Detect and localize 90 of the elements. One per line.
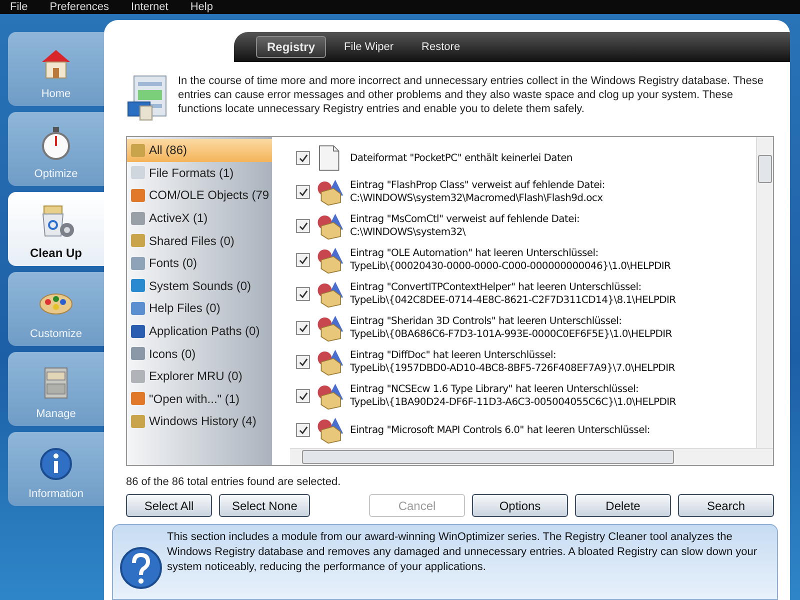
category-item[interactable]: "Open with..." (1) (127, 388, 272, 410)
category-label: Application Paths (0) (149, 324, 260, 338)
shapes-box-icon (316, 246, 344, 274)
action-button[interactable]: Delete (575, 494, 671, 517)
menu-item[interactable]: File (10, 0, 28, 14)
sidebar-label: Customize (30, 328, 82, 340)
category-item[interactable]: ActiveX (1) (127, 206, 272, 230)
checkbox[interactable] (296, 423, 310, 437)
category-label: Explorer MRU (0) (149, 369, 242, 384)
category-label: ActiveX (1) (149, 211, 208, 226)
category-label: Shared Files (0) (149, 234, 234, 248)
action-button[interactable]: Select All (126, 494, 212, 517)
category-item[interactable]: Shared Files (0) (127, 229, 272, 252)
category-icon (131, 347, 145, 360)
checkbox[interactable] (296, 321, 310, 335)
sidebar-item[interactable]: Clean Up (8, 192, 104, 266)
category-item[interactable]: File Formats (1) (127, 162, 272, 184)
category-item[interactable]: Icons (0) (127, 342, 272, 365)
horizontal-scrollbar[interactable] (290, 448, 773, 465)
entry-text: Eintrag "ConvertITPContextHelper" hat leeren Unterschlüssel: TypeLib\{042C8DEE-0714-4E8C-8621-C2F7D311CD14}\8.1\HELPDIR (350, 281, 676, 307)
menu-item[interactable]: Help (190, 0, 213, 14)
info-text: This section includes a module from our award-winning WinOptimizer series. The Registry Cleaner tool analyzes the Windows Registry database and removes any damaged and unnecessary entries. A bloated Registry can slow down your system noticeably, reducing the performance of your applications. (167, 530, 758, 575)
checkbox[interactable] (296, 389, 310, 403)
category-label: File Formats (1) (149, 166, 234, 180)
checkbox[interactable] (296, 151, 310, 165)
category-icon (131, 188, 145, 202)
category-icon (131, 370, 145, 383)
category-icon (131, 279, 145, 292)
category-label: System Sounds (0) (149, 278, 252, 293)
shapes-box-icon (316, 416, 344, 444)
action-button[interactable]: Options (472, 494, 568, 517)
shapes-box-icon (316, 348, 344, 376)
category-icon (131, 144, 145, 157)
category-label: All (86) (149, 143, 188, 158)
sidebar-label: Optimize (34, 168, 78, 180)
checkbox[interactable] (296, 219, 310, 233)
sidebar-label: Home (41, 88, 71, 100)
category-item[interactable]: Fonts (0) (127, 252, 272, 275)
category-item[interactable]: COM/OLE Objects (79 (127, 184, 272, 207)
entry-text: Eintrag "Microsoft MAPI Controls 6.0" hat leeren Unterschlüssel: (350, 424, 650, 436)
entry-text: Dateiformat "PocketPC" enthält keinerlei Daten (350, 152, 572, 164)
category-icon (131, 324, 145, 338)
help-icon (119, 546, 163, 590)
entry-text: Eintrag "OLE Automation" hat leeren Unterschlüssel: TypeLib\{00020430-0000-0000-C000-000000000046}\1.0\HELPDIR (350, 247, 671, 273)
entry-text: Eintrag "NCSEcw 1.6 Type Library" hat leeren Unterschlüssel: TypeLib\{1BA90D24-DF6F-11D3-A6C3-005004055C6C}\1.0\HELPDIR (350, 383, 676, 409)
vertical-scrollbar[interactable] (756, 137, 773, 448)
menu-item[interactable]: Internet (131, 0, 168, 14)
category-item[interactable]: Application Paths (0) (127, 320, 272, 342)
category-icon (131, 256, 145, 270)
category-item[interactable]: Help Files (0) (127, 297, 272, 320)
category-item[interactable]: Explorer MRU (0) (127, 364, 272, 388)
category-icon (131, 166, 145, 180)
sidebar-label: Manage (36, 408, 76, 420)
category-icon (131, 302, 145, 315)
sidebar-label: Clean Up (30, 246, 82, 260)
entry-text: Eintrag "FlashProp Class" verweist auf fehlende Datei: C:\WINDOWS\system32\Macromed\Flash\Flash9d.ocx (350, 179, 605, 205)
category-item[interactable]: All (86) (127, 139, 272, 162)
shapes-box-icon (316, 178, 344, 206)
menu-item[interactable]: Preferences (50, 0, 110, 14)
checkbox[interactable] (296, 355, 310, 369)
tab[interactable]: File Wiper (334, 38, 404, 56)
category-label: "Open with..." (1) (149, 392, 240, 406)
shapes-box-icon (316, 280, 344, 308)
category-item[interactable]: System Sounds (0) (127, 274, 272, 298)
shapes-box-icon (316, 314, 344, 342)
category-label: Icons (0) (149, 346, 196, 361)
action-button[interactable]: Search (678, 494, 774, 517)
entry-text: Eintrag "Sheridan 3D Controls" hat leeren Unterschlüssel: TypeLib\{0BA686C6-F7D3-101A-993E-0000C0EF6F5E}\1.0\HELPDIR (350, 315, 672, 341)
selection-status: 86 of the 86 total entries found are selected. (126, 476, 342, 488)
category-icon (131, 414, 145, 428)
checkbox[interactable] (296, 253, 310, 267)
category-label: Fonts (0) (149, 256, 198, 270)
entry-text: Eintrag "DiffDoc" hat leeren Unterschlüssel: TypeLib\{1957DBD0-AD10-4BC8-8BF5-726F408EF7A9}\7.0\HELPDIR (350, 349, 675, 375)
shapes-box-icon (316, 212, 344, 240)
action-button[interactable]: Select None (219, 494, 310, 517)
intro-text: In the course of time more and more incorrect and unnecessary entries collect in the Windows Registry database. These entries can cause error messages and other problems and they also waste space and clog up your system. These functions locate unnecessary Registry entries and enable you to delete them safely. (178, 74, 765, 117)
checkbox[interactable] (296, 185, 310, 199)
category-label: Help Files (0) (149, 301, 220, 316)
category-item[interactable]: Windows History (4) (127, 410, 272, 433)
category-icon (131, 234, 145, 248)
sidebar-label: Information (28, 488, 84, 500)
category-label: COM/OLE Objects (79 (149, 188, 270, 202)
tab[interactable]: Registry (256, 36, 326, 58)
tab[interactable]: Restore (412, 38, 470, 56)
checkbox[interactable] (296, 287, 310, 301)
category-label: Windows History (4) (149, 414, 256, 428)
category-icon (131, 392, 145, 406)
entry-text: Eintrag "MsComCtl" verweist auf fehlende Datei: C:\WINDOWS\system32\ (350, 213, 580, 239)
category-icon (131, 212, 145, 225)
shapes-box-icon (316, 382, 344, 410)
